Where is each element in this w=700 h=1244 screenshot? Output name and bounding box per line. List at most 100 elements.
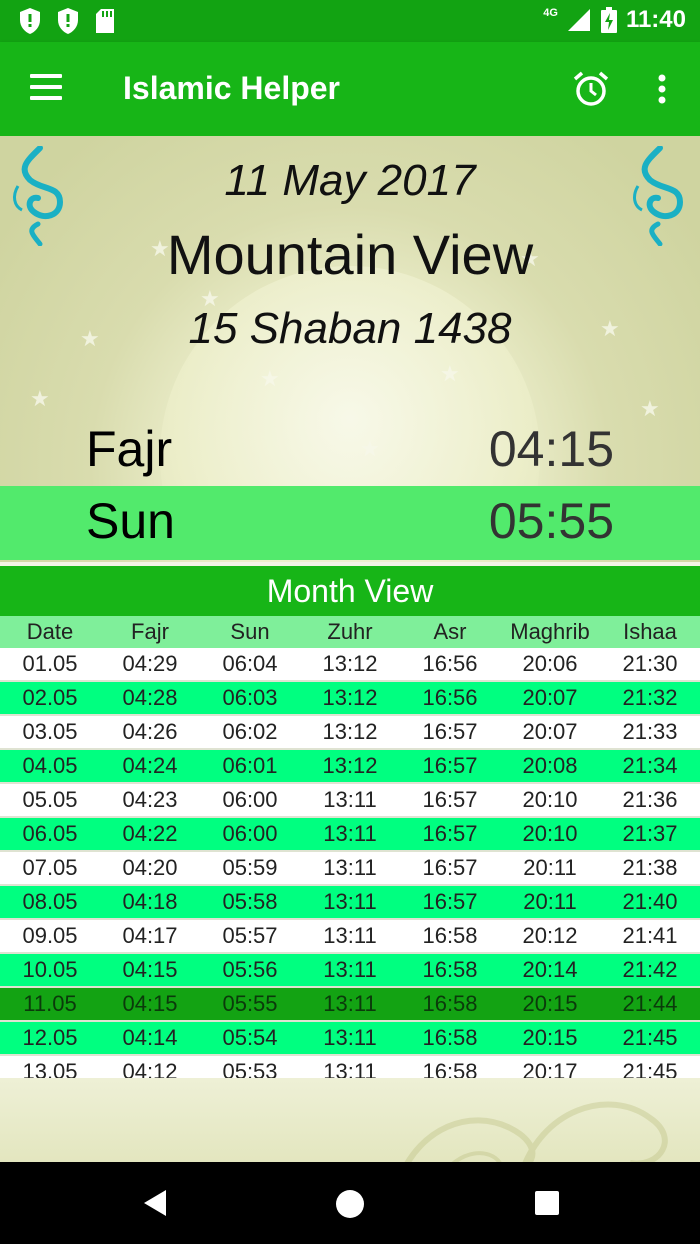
column-header: Sun	[230, 619, 270, 644]
table-cell: 21:42	[622, 957, 678, 982]
table-cell: 21:38	[622, 855, 678, 880]
table-cell: 21:33	[622, 719, 678, 744]
table-cell: 02.05	[22, 685, 78, 710]
table-row[interactable]: 06.05 04:22 06:00 13:11 16:57 20:10 21:37	[0, 818, 700, 852]
table-cell: 16:58	[422, 1025, 478, 1050]
table-cell: 05:53	[222, 1059, 278, 1078]
table-cell: 20:06	[522, 651, 578, 676]
table-cell: 04.05	[22, 753, 78, 778]
column-header: Maghrib	[510, 619, 590, 644]
table-cell: 04:15	[122, 957, 178, 982]
column-header: Fajr	[131, 619, 169, 644]
table-cell: 12.05	[22, 1025, 78, 1050]
table-cell: 06.05	[22, 821, 78, 846]
table-cell: 05:57	[222, 923, 278, 948]
table-cell: 21:45	[622, 1059, 678, 1078]
table-row[interactable]: 01.05 04:29 06:04 13:12 16:56 20:06 21:30	[0, 648, 700, 682]
table-cell: 04:18	[122, 889, 178, 914]
table-row[interactable]: 05.05 04:23 06:00 13:11 16:57 20:10 21:36	[0, 784, 700, 818]
navigation-bar	[0, 1162, 700, 1244]
sd-card-icon	[96, 9, 114, 33]
back-icon[interactable]	[142, 1188, 168, 1218]
overflow-menu-icon[interactable]	[648, 70, 676, 108]
background-decoration	[0, 1078, 700, 1162]
table-cell: 16:57	[422, 855, 478, 880]
table-cell: 04:17	[122, 923, 178, 948]
table-cell: 13:11	[323, 1059, 377, 1078]
battery-charging-icon	[600, 7, 617, 33]
table-row[interactable]: 12.05 04:14 05:54 13:11 16:58 20:15 21:45	[0, 1022, 700, 1056]
app-bar: Islamic Helper	[0, 42, 700, 136]
table-cell: 04:23	[122, 787, 178, 812]
next-prayer-row: Fajr 04:15	[0, 414, 700, 486]
table-cell: 06:02	[222, 719, 278, 744]
table-cell: 20:10	[522, 821, 578, 846]
table-row[interactable]: 04.05 04:24 06:01 13:12 16:57 20:08 21:34	[0, 750, 700, 784]
table-cell: 20:15	[522, 1025, 578, 1050]
column-header: Ishaa	[623, 619, 677, 644]
app-title: Islamic Helper	[123, 70, 340, 106]
table-cell: 20:14	[522, 957, 578, 982]
table-cell: 04:26	[122, 719, 178, 744]
table-header: Date Fajr Sun Zuhr Asr Maghrib Ishaa	[0, 616, 700, 648]
notification-icons	[18, 7, 116, 35]
recent-apps-icon[interactable]	[535, 1191, 559, 1215]
table-cell: 04:29	[122, 651, 178, 676]
table-cell: 10.05	[22, 957, 78, 982]
table-cell: 20:15	[522, 991, 578, 1016]
table-row[interactable]: 13.05 04:12 05:53 13:11 16:58 20:17 21:45	[0, 1056, 700, 1078]
status-bar: 4G 11:40	[0, 0, 700, 42]
current-prayer-row: Sun 05:55	[0, 486, 700, 560]
table-cell: 04:28	[122, 685, 178, 710]
table-cell: 20:07	[522, 685, 578, 710]
table-cell: 04:20	[122, 855, 178, 880]
prayer-time: 04:15	[488, 421, 614, 477]
table-cell: 06:00	[222, 787, 278, 812]
table-cell: 13:11	[323, 957, 377, 982]
table-cell: 03.05	[22, 719, 78, 744]
table-cell: 09.05	[22, 923, 78, 948]
table-cell: 21:41	[622, 923, 678, 948]
column-header: Zuhr	[327, 619, 373, 644]
city-name[interactable]: Mountain View	[0, 222, 700, 287]
star-decoration: ★	[440, 361, 460, 386]
table-cell: 05:59	[222, 855, 278, 880]
hamburger-menu-icon[interactable]	[30, 74, 66, 104]
table-cell: 07.05	[22, 855, 78, 880]
table-cell: 16:56	[422, 651, 478, 676]
table-cell: 13:12	[322, 719, 378, 744]
table-cell: 20:07	[522, 719, 578, 744]
table-row[interactable]: 03.05 04:26 06:02 13:12 16:57 20:07 21:33	[0, 716, 700, 750]
header-panel: ★ ★ ★ ★ ★ ★ ★ ★ ★ ★ 11 May 2017 Mountain…	[0, 136, 700, 562]
table-cell: 16:57	[422, 821, 478, 846]
table-row[interactable]: 02.05 04:28 06:03 13:12 16:56 20:07 21:32	[0, 682, 700, 716]
table-cell: 04:12	[122, 1059, 178, 1078]
table-cell: 21:30	[622, 651, 678, 676]
table-row[interactable]: 08.05 04:18 05:58 13:11 16:57 20:11 21:40	[0, 886, 700, 920]
table-cell: 13:11	[323, 889, 377, 914]
table-row[interactable]: 10.05 04:15 05:56 13:11 16:58 20:14 21:42	[0, 954, 700, 988]
table-row[interactable]: 09.05 04:17 05:57 13:11 16:58 20:12 21:41	[0, 920, 700, 954]
month-table[interactable]: Date Fajr Sun Zuhr Asr Maghrib Ishaa 01.05 04:2…	[0, 616, 700, 1078]
table-row[interactable]: 11.05 04:15 05:55 13:11 16:58 20:15 21:44	[0, 988, 700, 1022]
gregorian-date: 11 May 2017	[224, 156, 476, 205]
table-cell: 21:40	[622, 889, 678, 914]
month-view-title: Month View	[0, 566, 700, 616]
table-cell: 20:17	[522, 1059, 578, 1078]
table-cell: 05:58	[222, 889, 278, 914]
table-cell: 21:36	[622, 787, 678, 812]
table-row[interactable]: 07.05 04:20 05:59 13:11 16:57 20:11 21:38	[0, 852, 700, 886]
alarm-clock-icon[interactable]	[572, 70, 610, 108]
table-cell: 16:57	[422, 787, 478, 812]
prayer-name: Sun	[86, 493, 175, 549]
column-header: Asr	[433, 619, 467, 644]
network-type: 4G	[543, 7, 558, 19]
table-cell: 13:11	[323, 821, 377, 846]
table-cell: 11.05	[23, 991, 77, 1016]
table-cell: 16:56	[422, 685, 478, 710]
home-icon[interactable]	[336, 1190, 364, 1218]
table-cell: 06:03	[222, 685, 278, 710]
table-cell: 13:11	[323, 923, 377, 948]
table-cell: 21:34	[622, 753, 678, 778]
table-cell: 05:55	[222, 991, 278, 1016]
